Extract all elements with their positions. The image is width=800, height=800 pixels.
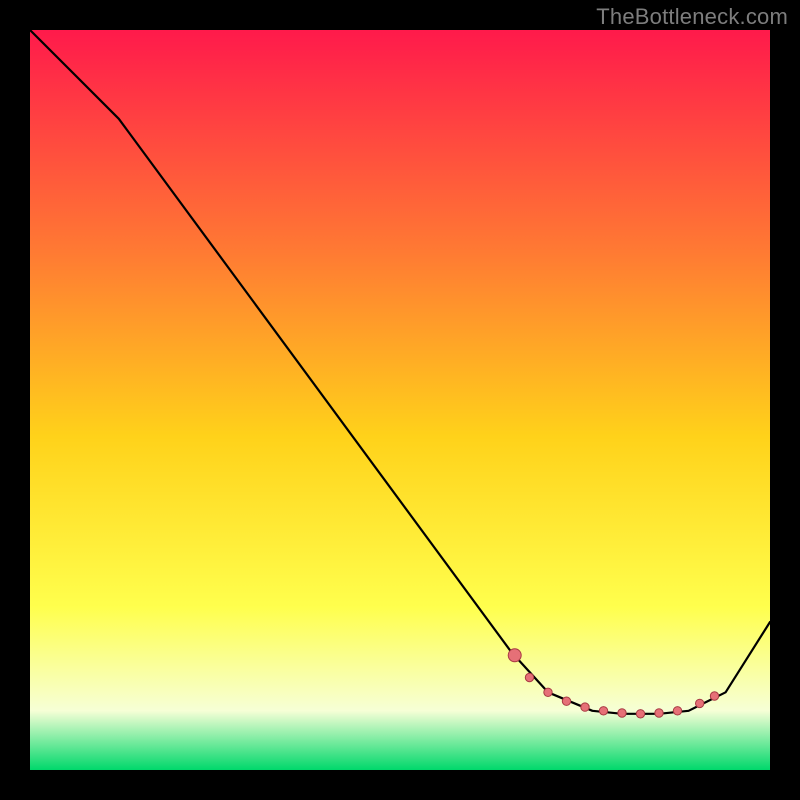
chart-svg xyxy=(0,0,800,800)
dot xyxy=(581,703,589,711)
dot xyxy=(508,649,521,662)
dot xyxy=(710,692,718,700)
dot xyxy=(544,688,552,696)
dot xyxy=(696,699,704,707)
dot xyxy=(599,707,607,715)
dot xyxy=(636,710,644,718)
dot xyxy=(618,709,626,717)
dot xyxy=(673,707,681,715)
dot xyxy=(562,697,570,705)
gradient-panel xyxy=(30,30,770,770)
chart-container: { "watermark": "TheBottleneck.com", "col… xyxy=(0,0,800,800)
dot xyxy=(525,673,533,681)
dot xyxy=(655,709,663,717)
watermark-text: TheBottleneck.com xyxy=(596,4,788,30)
